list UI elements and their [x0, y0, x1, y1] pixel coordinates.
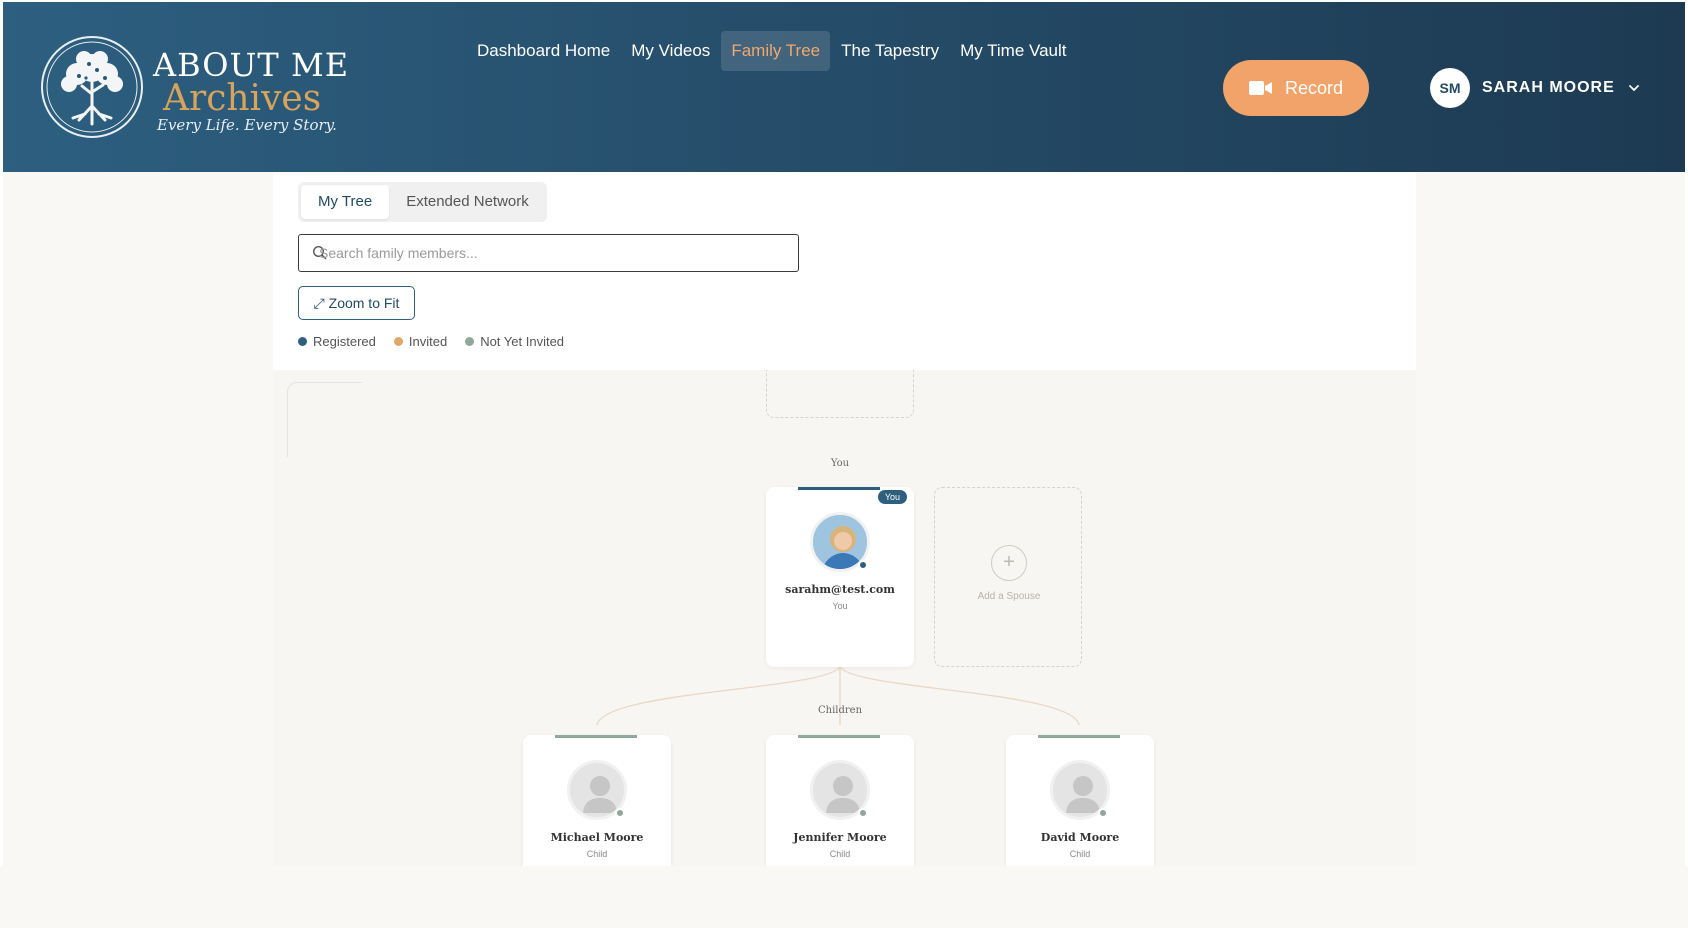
- child-card[interactable]: Michael Moore Child: [523, 735, 671, 866]
- chevron-down-icon: [1628, 85, 1639, 92]
- tree-emblem-icon: [41, 36, 143, 138]
- nav-family-tree[interactable]: Family Tree: [721, 31, 831, 71]
- legend-registered: Registered: [298, 334, 376, 349]
- app-header: ABOUT ME Archives Every Life. Every Stor…: [3, 2, 1685, 172]
- add-spouse-label: Add a Spouse: [977, 591, 1041, 602]
- page-background-right: [1416, 172, 1685, 866]
- member-role: Child: [829, 849, 851, 859]
- brand-subtitle: Archives: [163, 78, 322, 119]
- page-background-bottom: [0, 866, 1688, 928]
- nav-the-tapestry[interactable]: The Tapestry: [831, 31, 949, 71]
- record-label: Record: [1284, 77, 1344, 98]
- member-name: Jennifer Moore: [793, 831, 887, 844]
- record-button[interactable]: Record: [1223, 60, 1369, 116]
- legend-invited: Invited: [393, 334, 448, 349]
- legend-not-yet-invited: Not Yet Invited: [465, 334, 564, 349]
- self-card[interactable]: You sarahm@test.com You: [766, 487, 914, 667]
- card-status-bar: [555, 735, 637, 738]
- invited-dot-icon: [393, 337, 403, 346]
- page-background-left: [3, 172, 273, 866]
- you-badge: You: [877, 490, 907, 504]
- video-camera-icon: [1248, 81, 1272, 95]
- nav-my-videos[interactable]: My Videos: [621, 31, 720, 71]
- status-legend: Registered Invited Not Yet Invited: [298, 334, 564, 349]
- not-invited-status-icon: [615, 808, 625, 818]
- you-section-label: You: [830, 458, 850, 469]
- member-name: Michael Moore: [550, 831, 644, 844]
- legend-label: Invited: [408, 334, 448, 349]
- card-status-bar: [798, 735, 880, 738]
- member-name: David Moore: [1040, 831, 1120, 844]
- plus-icon: +: [991, 545, 1027, 581]
- child-card[interactable]: Jennifer Moore Child: [766, 735, 914, 866]
- tab-my-tree[interactable]: My Tree: [301, 185, 390, 219]
- add-spouse-card[interactable]: + Add a Spouse: [934, 487, 1082, 667]
- member-role: You: [832, 601, 848, 611]
- brand-tagline: Every Life. Every Story.: [157, 116, 337, 134]
- nav-my-time-vault[interactable]: My Time Vault: [950, 31, 1076, 71]
- card-status-bar: [1038, 735, 1120, 738]
- card-status-bar: [798, 487, 880, 490]
- member-role: Child: [1069, 849, 1091, 859]
- not-invited-status-icon: [858, 808, 868, 818]
- registered-status-icon: [858, 560, 868, 570]
- member-name: sarahm@test.com: [785, 583, 895, 596]
- legend-label: Not Yet Invited: [480, 334, 565, 349]
- brand-logo[interactable]: ABOUT ME Archives Every Life. Every Stor…: [39, 34, 349, 144]
- user-menu[interactable]: SM SARAH MOORE: [1430, 68, 1641, 108]
- tree-controls-panel: My Tree Extended Network ⤢ Zoom to Fit R…: [273, 172, 1416, 370]
- legend-label: Registered: [313, 334, 376, 349]
- search-input[interactable]: [319, 235, 789, 270]
- registered-dot-icon: [298, 337, 307, 346]
- page: ABOUT ME Archives Every Life. Every Stor…: [0, 0, 1688, 928]
- child-card[interactable]: David Moore Child: [1006, 735, 1154, 866]
- children-section-label: Children: [817, 705, 863, 716]
- tab-extended-network[interactable]: Extended Network: [389, 185, 546, 219]
- avatar: SM: [1430, 68, 1470, 108]
- search-box: [298, 234, 799, 272]
- member-role: Child: [586, 849, 608, 859]
- not-invited-dot-icon: [465, 337, 475, 346]
- main-nav: Dashboard Home My Videos Family Tree The…: [467, 31, 1078, 71]
- family-tree-canvas[interactable]: You You sarahm@test.com You + Add a Spou…: [273, 370, 1416, 866]
- not-invited-status-icon: [1098, 808, 1108, 818]
- zoom-to-fit-button[interactable]: ⤢ Zoom to Fit: [298, 286, 415, 320]
- user-name: SARAH MOORE: [1482, 79, 1615, 96]
- nav-dashboard-home[interactable]: Dashboard Home: [467, 31, 620, 71]
- tree-tabs: My Tree Extended Network: [298, 182, 547, 222]
